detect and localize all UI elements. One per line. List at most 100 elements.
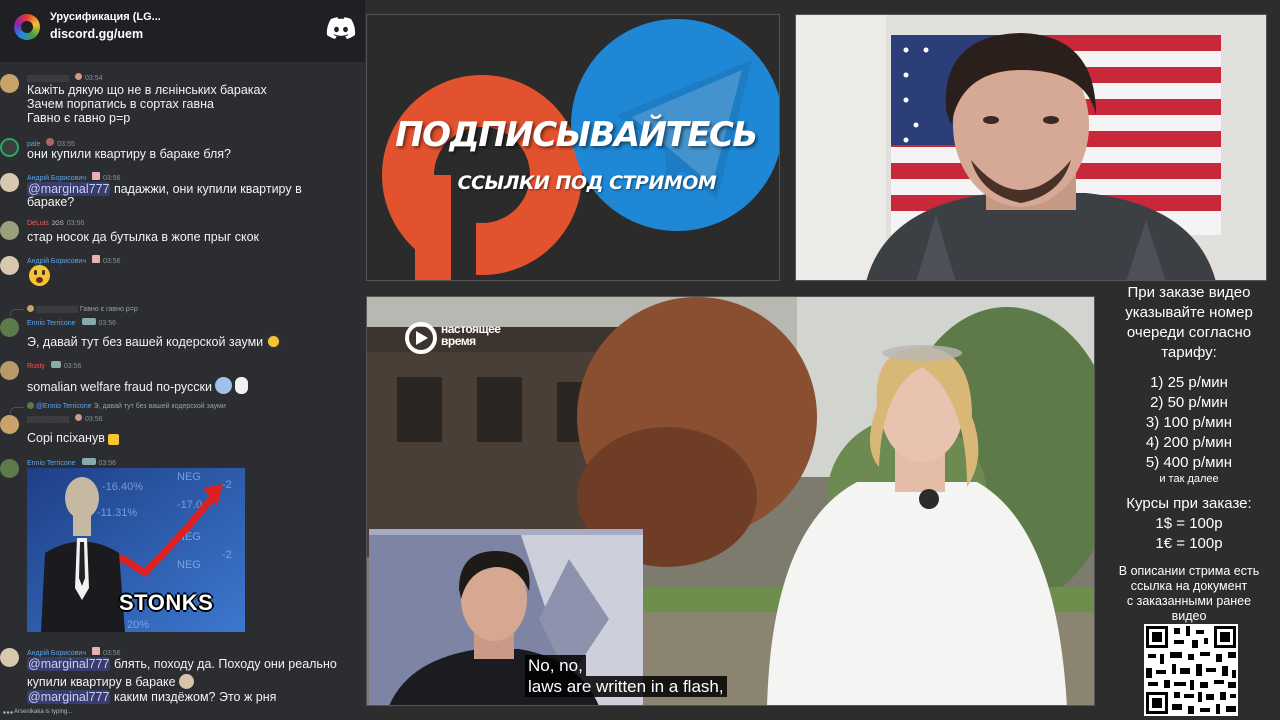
user-mention[interactable]: @marginal777 — [27, 182, 111, 196]
emoji-icon — [107, 434, 119, 445]
tariff-etc: и так далее — [1159, 473, 1219, 485]
message-text: бараке? — [27, 195, 75, 209]
face-emoji-icon — [178, 674, 194, 689]
svg-text:NEG: NEG — [177, 471, 201, 483]
subscribe-promo-panel: ПОДПИСЫВАЙТЕСЬ ССЫЛКИ ПОД СТРИМОМ — [366, 14, 780, 281]
video-subtitle-line: No, no, — [525, 655, 586, 676]
message-text: купили квартиру в бараке — [27, 674, 194, 689]
cold-face-emoji-icon — [215, 377, 232, 394]
rate-item: 1€ = 100р — [1155, 535, 1223, 552]
reply-connector — [10, 407, 24, 414]
stream-layout: Урусификация (LG... discord.gg/uem xxxxx… — [0, 0, 1280, 720]
discord-chat-panel: Урусификация (LG... discord.gg/uem xxxxx… — [0, 0, 365, 720]
tariff-item: 5) 400 р/мин — [1145, 454, 1233, 471]
username[interactable]: Андрій Борисович — [27, 258, 86, 265]
user-avatar[interactable] — [0, 459, 19, 478]
user-avatar[interactable] — [0, 173, 19, 192]
qr-code-pattern — [1144, 624, 1238, 716]
info-heading: При заказе видео — [1127, 284, 1251, 301]
username[interactable]: Ennio Terricone — [27, 320, 76, 327]
message-meta: Ennio Terricone 03:56 — [27, 458, 117, 467]
message-meta: Ennio Terricone 03:56 — [27, 318, 117, 327]
tariff-item: 1) 25 р/мин — [1150, 374, 1228, 391]
shocked-face-emoji-icon — [29, 265, 50, 286]
tariff-item: 2) 50 р/мин — [1150, 394, 1228, 411]
streamer-webcam — [795, 14, 1267, 281]
reply-connector — [10, 309, 24, 316]
server-invite-link[interactable]: discord.gg/uem — [50, 27, 143, 41]
stonks-caption: STONKS — [119, 590, 214, 615]
user-avatar[interactable] — [0, 648, 19, 667]
reply-preview[interactable]: xxxxxxxxxxxx Гавно є гавно р=р — [27, 305, 138, 313]
user-avatar[interactable] — [0, 138, 19, 157]
username[interactable]: DeLuis — [27, 220, 49, 227]
info-heading: тарифу: — [1161, 344, 1217, 361]
message-text: Кажіть дякую що не в лєнінських бараках — [27, 83, 267, 97]
message-text: @marginal777 падажжи, они купили квартир… — [27, 182, 302, 196]
info-description: видео — [1171, 609, 1207, 623]
webcam-scene — [796, 15, 1266, 280]
svg-text:-2: -2 — [222, 549, 232, 561]
message-text: Э, давай тут без вашей кодерской зауми — [27, 334, 282, 349]
user-avatar[interactable] — [0, 221, 19, 240]
message-meta: xxxxxxxxxxxx 03:56 — [27, 414, 103, 423]
stonks-meme-image[interactable]: -16.40% NEG -11.31% -17.0 NEG NEG 20% -2… — [27, 468, 245, 632]
user-badge: 2GS — [51, 221, 64, 227]
info-heading: указывайте номер — [1125, 304, 1253, 321]
promo-title: ПОДПИСЫВАЙТЕСЬ — [395, 115, 758, 155]
message-text: они купили квартиру в бараке бля? — [27, 147, 231, 161]
nerd-face-emoji-icon — [266, 334, 282, 349]
info-description: В описании стрима есть — [1118, 564, 1260, 578]
message-meta: xxxxxxxxxxxx 03:54 — [27, 73, 103, 82]
user-mention[interactable]: @marginal777 — [27, 657, 111, 671]
video-subtitle-line: laws are written in a flash, — [525, 676, 727, 697]
message-text: @marginal777 блять, походу да. Походу он… — [27, 657, 337, 671]
nastoyashchee-vremya-logo: настоящее время — [405, 322, 515, 354]
user-mention[interactable]: @marginal777 — [27, 690, 111, 704]
server-name: Урусификация (LG... — [50, 11, 161, 23]
user-avatar[interactable] — [0, 256, 19, 275]
message-text: стар носок да бутылка в жопе прыг скок — [27, 230, 260, 244]
message-meta: Андрій Борисович 03:56 — [27, 647, 121, 657]
server-icon — [14, 14, 40, 40]
info-heading: очереди согласно — [1126, 324, 1252, 341]
typing-indicator-text: Arsenikaka is typing... — [14, 709, 73, 715]
message-text: Сорі псіханув — [27, 431, 119, 445]
message-text: Гавно є гавно р=р — [27, 111, 131, 125]
svg-text:NEG: NEG — [177, 559, 201, 571]
discord-logo-icon — [326, 17, 356, 39]
svg-text:-2: -2 — [222, 479, 232, 491]
message-meta: Андрій Борисович 03:56 — [27, 172, 121, 182]
username[interactable]: Андрій Борисович — [27, 650, 86, 657]
svg-text:-11.31%: -11.31% — [97, 507, 137, 519]
tariff-item: 4) 200 р/мин — [1145, 434, 1233, 451]
message-text: Зачем порпатись в сортах гавна — [27, 97, 214, 111]
rates-title: Курсы при заказе: — [1126, 495, 1252, 512]
username[interactable]: Rusty — [27, 363, 45, 370]
logo-text: время — [441, 334, 476, 348]
server-banner[interactable]: Урусификация (LG... discord.gg/uem — [0, 0, 365, 62]
username[interactable]: Андрій Борисович — [27, 175, 86, 182]
user-avatar[interactable] — [0, 74, 19, 93]
user-avatar[interactable] — [0, 318, 19, 337]
message-text: @marginal777 каким пиздёжом? Это ж рня — [27, 690, 277, 704]
reply-preview[interactable]: @Ennio Terricone Э, давай тут без вашей … — [27, 402, 226, 410]
ghost-emoji-icon — [235, 377, 248, 394]
username[interactable]: Ennio Terricone — [27, 460, 76, 467]
tariff-item: 3) 100 р/мин — [1145, 414, 1233, 431]
info-description: с заказанными ранее — [1126, 594, 1252, 608]
qr-code-icon[interactable] — [1144, 624, 1238, 716]
rate-item: 1$ = 100р — [1155, 515, 1223, 532]
user-avatar[interactable] — [0, 415, 19, 434]
promo-subtitle: ССЫЛКИ ПОД СТРИМОМ — [457, 172, 717, 194]
news-video-player[interactable]: настоящее время No, no, laws are written… — [366, 296, 1095, 706]
message-meta: DeLuis 2GS 03:56 — [27, 220, 85, 227]
message-text: somalian welfare fraud по-русски — [27, 377, 248, 394]
info-description: ссылка на документ — [1130, 579, 1248, 593]
typing-indicator-icon — [3, 711, 13, 714]
message-meta: Rusty 03:56 — [27, 361, 82, 370]
svg-text:-16.40%: -16.40% — [102, 481, 143, 493]
svg-text:20%: 20% — [127, 619, 149, 631]
user-avatar[interactable] — [0, 361, 19, 380]
message-meta: Андрій Борисович 03:56 — [27, 255, 121, 265]
